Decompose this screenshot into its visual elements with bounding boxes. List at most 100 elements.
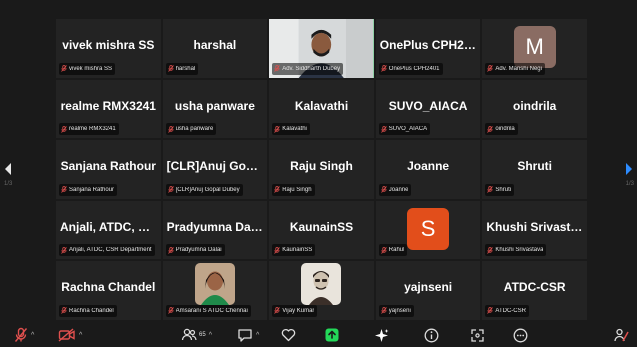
participant-tile[interactable]: Khushi Srivastava Khushi Srivastava [482,200,587,260]
participant-display-name: SUVO_AIACA [388,98,468,113]
participants-button[interactable]: 65 ^ [181,327,212,343]
participant-name: Vijay Kumar [282,307,315,314]
participant-name-label: vivek mishra SS [59,62,116,75]
ai-companion-icon [375,328,389,342]
participant-name-label: ATDC-CSR [485,304,529,317]
info-button[interactable] [424,327,439,343]
end-meeting-button[interactable] [614,327,629,343]
participant-tile[interactable]: Adv. Siddharth Dubey [269,19,374,78]
participant-tile[interactable]: Shruti Shruti [482,140,587,199]
mute-button[interactable]: ^ [14,327,34,343]
participant-name-label: Khushi Srivastava [485,244,547,257]
participant-display-name: ATDC-CSR [503,280,566,295]
participant-tile[interactable]: Rachna Chandel Rachna Chandel [56,261,161,320]
muted-mic-icon [61,65,67,72]
participant-photo-frame [301,263,342,306]
muted-mic-icon [380,307,387,315]
participant-tile[interactable]: Joanne Joanne [375,140,481,199]
participant-tile[interactable]: Kalavathi Kalavathi [269,79,374,139]
participant-name: KaunainSS [282,247,313,254]
participant-name-label: Vijay Kumar [272,304,318,317]
participant-tile[interactable]: Raju Singh Raju Singh [269,140,374,199]
participant-name-label: SUVO_AIACA [378,123,431,136]
participant-tile[interactable]: KaunainSS KaunainSS [269,200,374,260]
share-screen-icon [325,328,339,342]
participant-display-name: usha panware [174,98,255,113]
gallery-grid: vivek mishra SS vivek mishra SS harshal har… [56,19,587,320]
participant-name-label: Anjali, ATDC, CSR Department [59,244,155,257]
participant-name: Rachna Chandel [69,307,114,314]
participant-name-label: usha panware [165,123,217,136]
ai-companion-button[interactable] [374,327,389,343]
participant-tile[interactable]: Amsarani S ATDC Chennai [162,261,268,320]
participant-name: Anjali, ATDC, CSR Department [69,247,152,254]
participant-tile[interactable]: harshal harshal [162,19,268,78]
chat-button[interactable]: ^ [237,327,259,343]
participant-name: usha panware [175,126,214,133]
participant-name-label: Adv. Siddharth Dubey [272,62,344,75]
participant-display-name: Anjali, ATDC, C... [60,219,157,234]
previous-page-arrow-icon[interactable] [3,162,13,176]
participant-name: Rahul [388,247,405,254]
participant-photo [301,263,342,306]
participant-name-label: Sanjana Rathour [59,183,118,196]
participant-name-label: yajnseni [378,304,414,317]
participant-avatar: M [513,26,556,68]
share-screen-button[interactable] [325,327,339,343]
participant-display-name: Joanne [407,159,450,174]
muted-mic-icon [380,65,387,72]
more-button[interactable] [513,327,528,343]
participant-name-label: Amsarani S ATDC Chennai [165,304,251,317]
participant-tile[interactable]: S Rahul [375,200,481,260]
participant-display-name: vivek mishra SS [62,38,155,52]
participant-tile[interactable]: Pradyumna Dalai Pradyumna Dalai [162,200,268,260]
meeting-toolbar: ^ ^ 65 ^ ^ [0,324,637,347]
muted-mic-icon [274,125,280,133]
participant-tile[interactable]: Sanjana Rathour Sanjana Rathour [56,140,161,199]
muted-mic-icon [487,246,494,254]
participant-display-name: yajnseni [404,280,453,295]
participant-display-name: Raju Singh [290,159,353,174]
reactions-button[interactable] [281,327,296,343]
participant-tile[interactable]: [CLR]Anuj Gopa... [CLR]Anuj Gopal Dubey [162,140,268,199]
page-indicator-right: 1/3 [625,181,634,187]
participant-display-name: Kalavathi [294,98,349,113]
apps-icon [471,328,484,342]
muted-mic-icon [167,307,174,315]
participant-tile[interactable]: realme RMX3241 realme RMX3241 [56,79,161,139]
mute-options-chevron-icon[interactable]: ^ [31,332,34,339]
apps-button[interactable] [470,327,485,343]
participant-name-label: oindrila [485,123,518,136]
participant-name: Raju Singh [282,186,312,193]
participant-tile[interactable]: Vijay Kumar [269,261,374,320]
muted-mic-icon [274,246,280,254]
muted-mic-icon [487,65,494,72]
participant-tile[interactable]: vivek mishra SS vivek mishra SS [56,19,161,78]
video-options-chevron-icon[interactable]: ^ [79,332,82,339]
participant-tile[interactable]: oindrila oindrila [482,79,587,139]
page-indicator-left: 1/3 [4,181,13,187]
participant-name: SUVO_AIACA [388,126,428,133]
participant-tile[interactable]: Anjali, ATDC, C... Anjali, ATDC, CSR Depa… [56,200,161,260]
participant-name-label: harshal [165,62,199,75]
chat-options-chevron-icon[interactable]: ^ [256,332,259,339]
participant-name: Sanjana Rathour [69,186,115,193]
participant-photo [194,263,235,306]
next-page-arrow-icon[interactable] [624,162,634,176]
participant-display-name: Sanjana Rathour [60,159,156,174]
participant-tile[interactable]: OnePlus CPH24... OnePlus CPH2401 [375,19,481,78]
participant-tile[interactable]: M Adv. Manshi Negi [482,19,587,78]
start-video-button[interactable]: ^ [58,327,82,343]
participant-tile[interactable]: ATDC-CSR ATDC-CSR [482,261,587,320]
participant-tile[interactable]: usha panware usha panware [162,79,268,139]
participant-tile[interactable]: SUVO_AIACA SUVO_AIACA [375,79,481,139]
participant-tile[interactable]: yajnseni yajnseni [375,261,481,320]
participant-name: vivek mishra SS [69,65,113,72]
muted-mic-icon [61,125,67,133]
muted-mic-icon [167,246,174,254]
more-icon [513,328,528,342]
participant-name: Shruti [495,186,512,193]
participant-name: yajnseni [388,307,411,314]
participants-options-chevron-icon[interactable]: ^ [209,332,212,339]
stopped-video-icon [58,328,75,342]
